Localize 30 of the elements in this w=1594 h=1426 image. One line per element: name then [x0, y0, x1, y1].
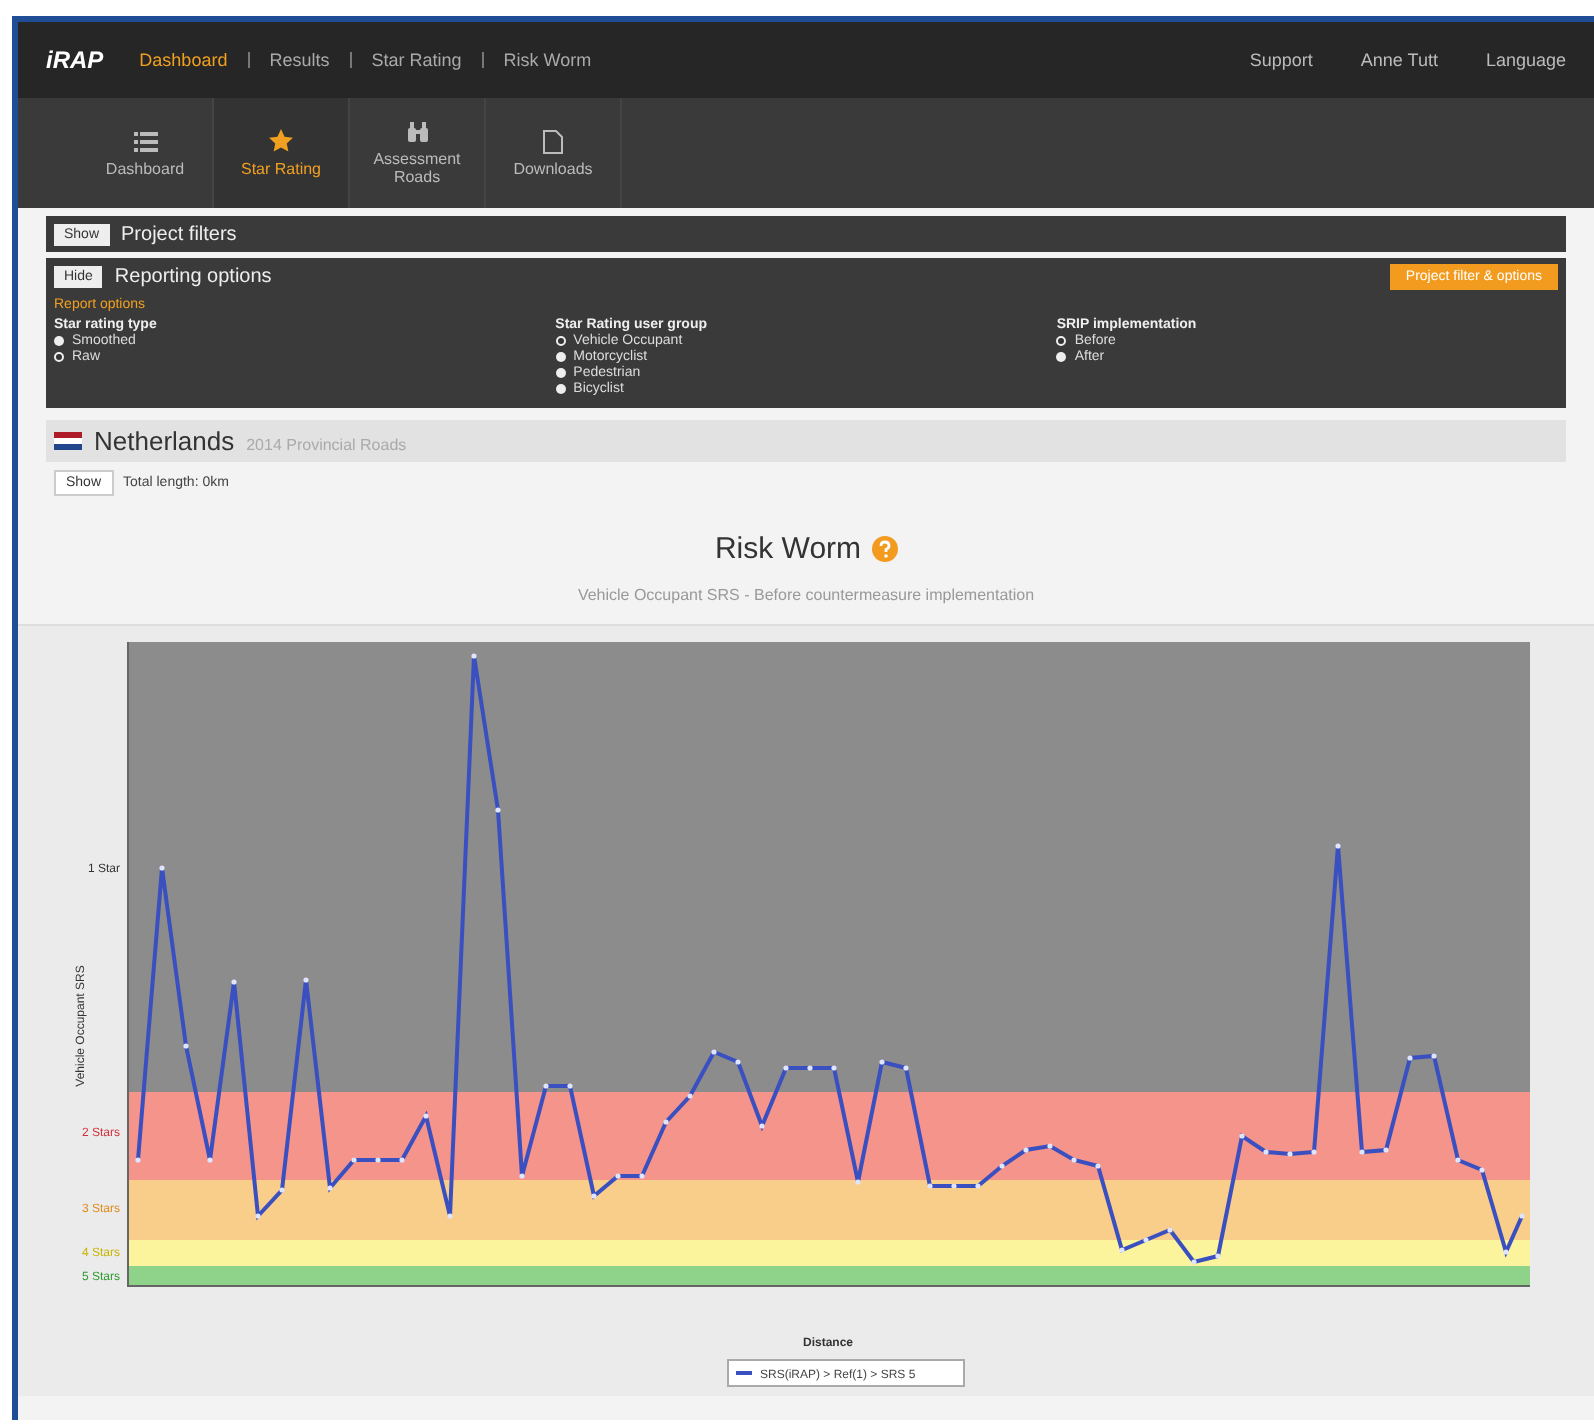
flag-icon	[54, 431, 82, 451]
radio-button[interactable]	[555, 336, 566, 346]
list-icon	[133, 129, 157, 153]
star-icon	[268, 128, 294, 154]
network-subtitle: 2014 Provincial Roads	[246, 436, 407, 454]
binoculars-icon	[405, 120, 429, 144]
header-link[interactable]: Language	[1485, 50, 1566, 70]
radio-button[interactable]	[555, 384, 566, 394]
nav-tab[interactable]: Assessment Roads	[350, 98, 486, 208]
panel-title: Project filters	[121, 223, 237, 245]
radio-button[interactable]	[1056, 336, 1067, 346]
chart-title: Risk Worm	[714, 532, 862, 566]
radio-button[interactable]	[54, 352, 64, 362]
country-title: Netherlands	[94, 426, 235, 456]
header-link[interactable]: Support	[1249, 50, 1313, 70]
header-link[interactable]: Anne Tutt	[1360, 50, 1438, 70]
nav-tab[interactable]: Downloads	[486, 98, 622, 208]
radio-button[interactable]	[1056, 352, 1067, 362]
breadcrumb-link[interactable]: Dashboard	[139, 50, 228, 70]
radio-button[interactable]	[555, 368, 566, 378]
logo[interactable]: iRAP	[46, 46, 104, 74]
document-icon	[542, 129, 564, 153]
breadcrumb-link[interactable]: Results	[269, 50, 330, 70]
radio-button[interactable]	[54, 336, 64, 346]
breadcrumb-link[interactable]: Star Rating	[371, 50, 462, 70]
nav-tab[interactable]: Star Rating	[214, 98, 350, 208]
breadcrumb-link[interactable]: Risk Worm	[503, 50, 592, 70]
radio-button[interactable]	[555, 352, 566, 362]
chart-subtitle: Vehicle Occupant SRS - Before countermeasure implementation	[575, 586, 1037, 604]
panel-title: Reporting options	[114, 265, 272, 287]
